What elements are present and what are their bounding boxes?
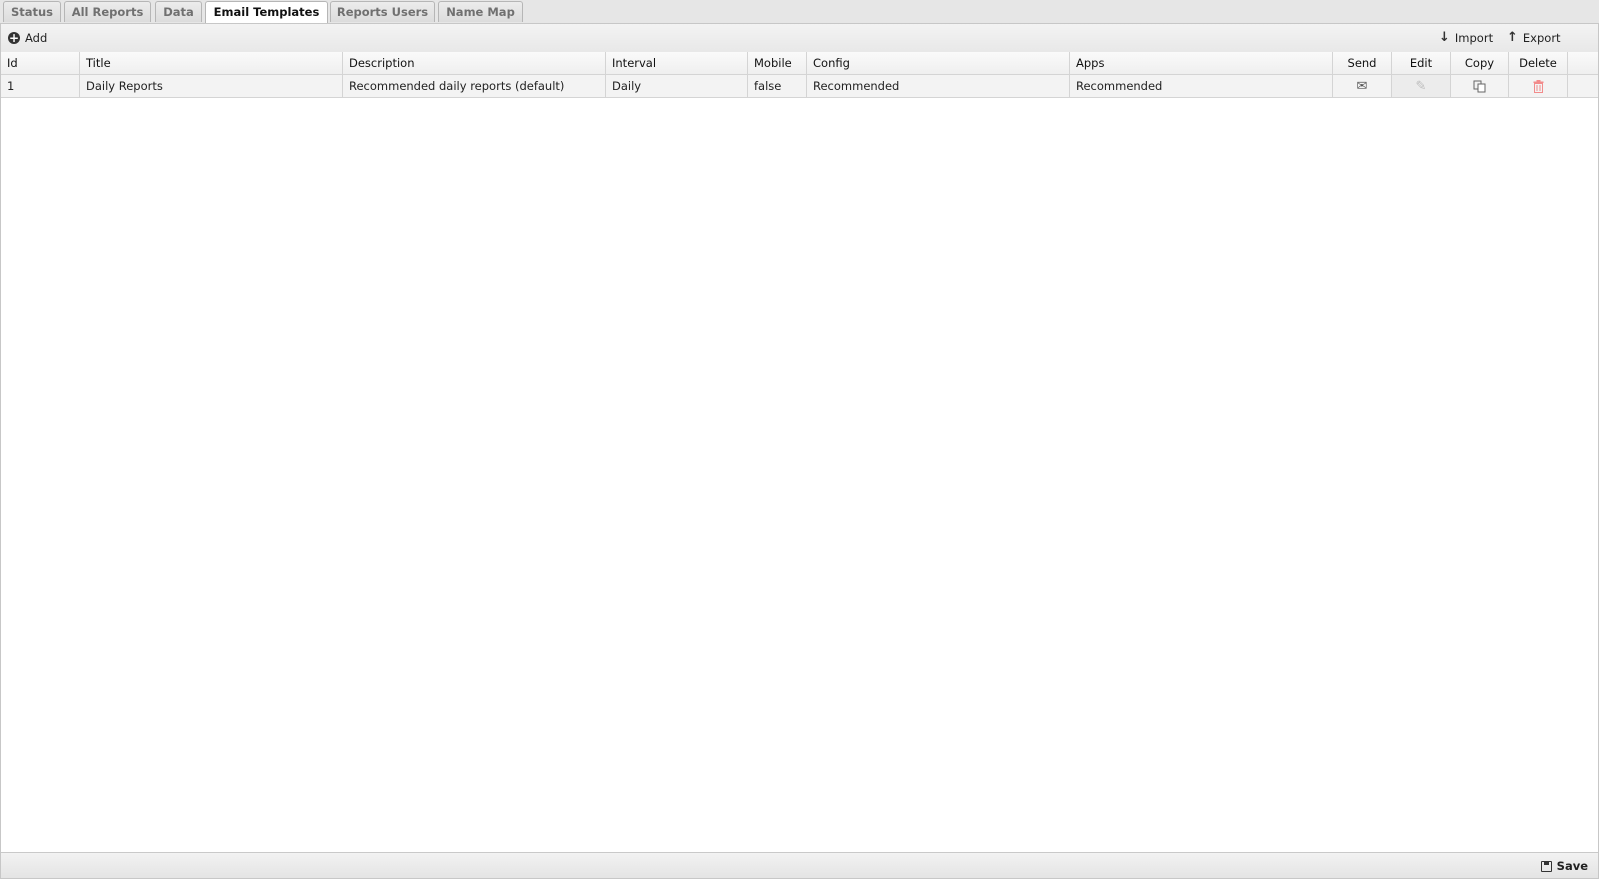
cell-interval: Daily xyxy=(606,75,748,97)
save-button[interactable]: Save xyxy=(1540,857,1588,875)
save-button-label: Save xyxy=(1556,859,1588,873)
templates-grid: Id Title Description Interval Mobile Con… xyxy=(1,52,1598,98)
column-header-copy[interactable]: Copy xyxy=(1451,52,1509,74)
email-templates-panel: + Add ↓ Import ↑ Export Id Title Descrip… xyxy=(0,23,1599,879)
pencil-icon: ✎ xyxy=(1415,79,1427,94)
cell-config: Recommended xyxy=(807,75,1070,97)
table-row[interactable]: 1 Daily Reports Recommended daily report… xyxy=(1,75,1598,98)
column-header-description[interactable]: Description xyxy=(343,52,606,74)
arrow-up-icon: ↑ xyxy=(1507,30,1518,45)
tab-status[interactable]: Status xyxy=(3,1,61,22)
floppy-disk-icon xyxy=(1540,860,1552,872)
column-header-mobile[interactable]: Mobile xyxy=(748,52,807,74)
tab-bar: Status All Reports Data Email Templates … xyxy=(0,0,1599,24)
grid-toolbar: + Add ↓ Import ↑ Export xyxy=(1,24,1598,53)
column-header-delete[interactable]: Delete xyxy=(1509,52,1568,74)
import-button-label: Import xyxy=(1454,31,1494,45)
tab-all-reports[interactable]: All Reports xyxy=(64,1,151,22)
tab-name-map[interactable]: Name Map xyxy=(438,1,523,22)
column-header-apps[interactable]: Apps xyxy=(1070,52,1333,74)
tab-data[interactable]: Data xyxy=(155,1,202,22)
add-button[interactable]: + Add xyxy=(8,29,47,47)
cell-mobile: false xyxy=(748,75,807,97)
grid-header-row: Id Title Description Interval Mobile Con… xyxy=(1,52,1598,75)
trash-icon xyxy=(1533,80,1543,93)
envelope-icon: ✉ xyxy=(1356,79,1368,94)
column-header-id[interactable]: Id xyxy=(1,52,80,74)
add-button-label: Add xyxy=(25,31,48,45)
cell-description: Recommended daily reports (default) xyxy=(343,75,606,97)
arrow-down-icon: ↓ xyxy=(1439,30,1450,45)
cell-id: 1 xyxy=(1,75,80,97)
copy-button[interactable] xyxy=(1451,75,1509,97)
footer-bar: Save xyxy=(1,852,1598,878)
column-header-title[interactable]: Title xyxy=(80,52,343,74)
column-header-interval[interactable]: Interval xyxy=(606,52,748,74)
column-header-send[interactable]: Send xyxy=(1333,52,1392,74)
delete-button[interactable] xyxy=(1509,75,1568,97)
copy-icon xyxy=(1473,80,1486,93)
export-button-label: Export xyxy=(1522,31,1561,45)
add-circle-icon: + xyxy=(8,31,20,45)
edit-button[interactable]: ✎ xyxy=(1392,75,1451,97)
export-button[interactable]: ↑ Export xyxy=(1507,29,1561,47)
column-header-edit[interactable]: Edit xyxy=(1392,52,1451,74)
import-button[interactable]: ↓ Import xyxy=(1439,29,1493,47)
send-button[interactable]: ✉ xyxy=(1333,75,1392,97)
cell-title: Daily Reports xyxy=(80,75,343,97)
column-header-config[interactable]: Config xyxy=(807,52,1070,74)
tab-reports-users[interactable]: Reports Users xyxy=(330,1,435,22)
tab-email-templates[interactable]: Email Templates xyxy=(205,1,328,24)
cell-apps: Recommended xyxy=(1070,75,1333,97)
